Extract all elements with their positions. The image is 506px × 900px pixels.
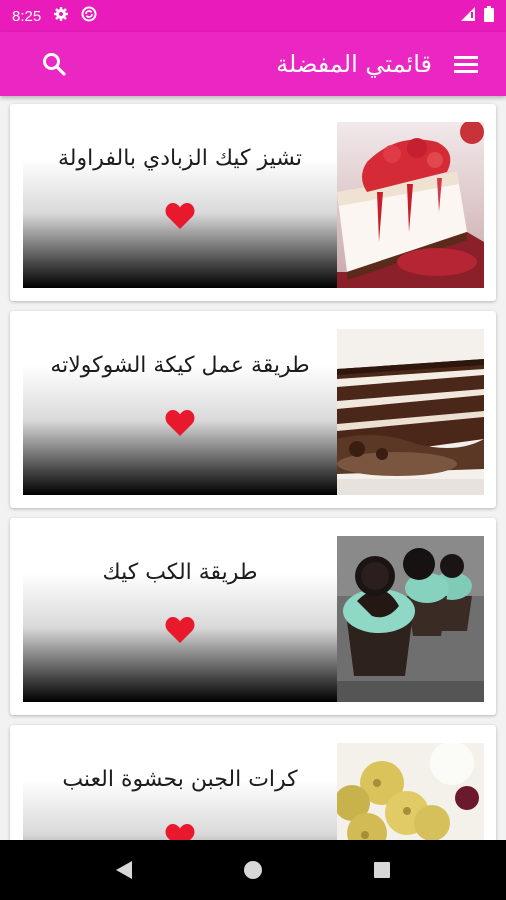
oreo-cupcakes-image (337, 536, 484, 702)
favorite-card[interactable]: طريقة عمل كيكة الشوكولاته (10, 311, 496, 508)
app-bar: قائمتي المفضلة (0, 32, 506, 96)
home-icon[interactable] (233, 850, 273, 890)
status-bar: 8:25 (0, 0, 506, 32)
card-text-area: تشيز كيك الزبادي بالفراولة (23, 122, 337, 288)
heart-icon[interactable] (165, 616, 195, 644)
page-title: قائمتي المفضلة (276, 50, 432, 78)
favorite-card[interactable]: تشيز كيك الزبادي بالفراولة (10, 104, 496, 301)
favorite-card[interactable]: طريقة الكب كيك (10, 518, 496, 715)
heart-icon[interactable] (165, 823, 195, 840)
heart-icon[interactable] (165, 202, 195, 230)
recipe-title: تشيز كيك الزبادي بالفراولة (58, 146, 302, 171)
card-text-area: كرات الجبن بحشوة العنب (23, 743, 337, 840)
card-text-area: طريقة عمل كيكة الشوكولاته (23, 329, 337, 495)
recents-icon[interactable] (362, 850, 402, 890)
status-time: 8:25 (12, 7, 42, 25)
favorites-list: تشيز كيك الزبادي بالفراولة طريقة عمل كيك… (0, 96, 506, 840)
card-text-area: طريقة الكب كيك (23, 536, 337, 702)
signal-icon (460, 6, 476, 26)
cheese-balls-image (337, 743, 484, 840)
settings-icon (53, 6, 69, 26)
back-icon[interactable] (104, 850, 144, 890)
chocolate-layer-cake-image (337, 329, 484, 495)
strawberry-cheesecake-image (337, 122, 484, 288)
menu-icon[interactable] (448, 46, 484, 82)
battery-icon (484, 6, 494, 26)
recipe-title: طريقة عمل كيكة الشوكولاته (50, 353, 310, 378)
search-icon[interactable] (36, 46, 72, 82)
favorite-card[interactable]: كرات الجبن بحشوة العنب (10, 725, 496, 840)
recipe-title: طريقة الكب كيك (102, 560, 258, 585)
system-nav-bar (0, 840, 506, 900)
sync-icon (81, 6, 97, 26)
recipe-title: كرات الجبن بحشوة العنب (62, 767, 298, 792)
heart-icon[interactable] (165, 409, 195, 437)
